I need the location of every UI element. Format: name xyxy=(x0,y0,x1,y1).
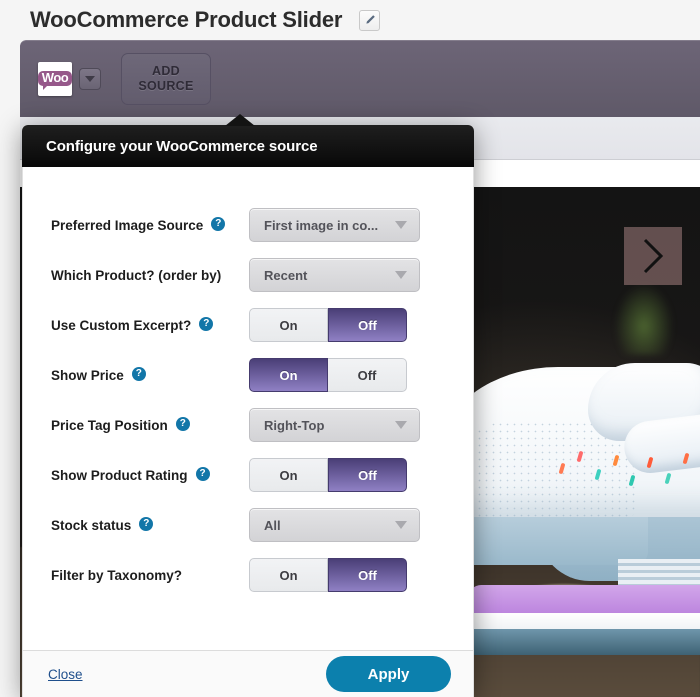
filter-by-taxonomy-toggle: On Off xyxy=(249,558,407,592)
field-row-price-tag-position: Price Tag Position ? Right-Top xyxy=(51,400,447,450)
dialog-title: Configure your WooCommerce source xyxy=(46,137,318,155)
toggle-off-button[interactable]: Off xyxy=(328,458,407,492)
field-label-text: Preferred Image Source xyxy=(51,217,204,233)
field-row-which-product-order-by: Which Product? (order by) Recent xyxy=(51,250,447,300)
field-label: Show Price ? xyxy=(51,366,249,383)
woo-mark-label: Woo xyxy=(37,71,73,90)
toggle-off-button[interactable]: Off xyxy=(328,308,407,342)
close-link[interactable]: Close xyxy=(48,667,83,682)
toggle-on-button[interactable]: On xyxy=(249,308,328,342)
field-label: Price Tag Position ? xyxy=(51,416,249,433)
field-label: Use Custom Excerpt? ? xyxy=(51,316,249,333)
chevron-down-icon xyxy=(395,421,407,429)
add-source-line1: ADD xyxy=(152,63,180,78)
toggle-on-button[interactable]: On xyxy=(249,358,328,392)
field-row-preferred-image-source: Preferred Image Source ? First image in … xyxy=(51,200,447,250)
chevron-down-icon xyxy=(395,521,407,529)
show-price-toggle: On Off xyxy=(249,358,407,392)
dialog-pointer xyxy=(225,114,255,126)
select-value: All xyxy=(264,517,281,533)
field-label-text: Price Tag Position xyxy=(51,417,168,433)
field-row-filter-by-taxonomy: Filter by Taxonomy? On Off xyxy=(51,550,447,600)
slide-grass xyxy=(614,283,674,355)
price-tag-position-select[interactable]: Right-Top xyxy=(249,408,420,442)
field-label-text: Stock status xyxy=(51,517,132,533)
help-icon[interactable]: ? xyxy=(211,216,226,231)
shoe-outsole xyxy=(458,629,700,655)
chevron-down-icon xyxy=(395,271,407,279)
help-icon[interactable]: ? xyxy=(175,416,190,431)
toggle-off-button[interactable]: Off xyxy=(328,358,407,392)
add-source-line2: SOURCE xyxy=(138,78,194,93)
help-icon[interactable]: ? xyxy=(131,366,146,381)
field-row-show-product-rating: Show Product Rating ? On Off xyxy=(51,450,447,500)
chevron-down-icon xyxy=(395,221,407,229)
toggle-on-button[interactable]: On xyxy=(249,558,328,592)
preferred-image-source-select[interactable]: First image in co... xyxy=(249,208,420,242)
use-custom-excerpt-toggle: On Off xyxy=(249,308,407,342)
dialog-footer: Close Apply xyxy=(22,650,474,697)
toggle-off-button[interactable]: Off xyxy=(328,558,407,592)
dialog-body: Preferred Image Source ? First image in … xyxy=(22,167,474,650)
field-label-text: Show Price xyxy=(51,367,124,383)
apply-button[interactable]: Apply xyxy=(326,656,451,692)
screen: WooCommerce Product Slider Woo ADD SOURC… xyxy=(0,0,700,697)
product-photo-sneaker xyxy=(438,363,700,663)
select-value: Right-Top xyxy=(264,417,325,433)
help-icon[interactable]: ? xyxy=(199,316,214,331)
field-row-stock-status: Stock status ? All xyxy=(51,500,447,550)
add-source-button[interactable]: ADD SOURCE xyxy=(121,52,211,105)
select-value: Recent xyxy=(264,267,308,283)
pencil-icon[interactable] xyxy=(359,9,381,31)
field-label: Stock status ? xyxy=(51,516,249,533)
field-label-text: Show Product Rating xyxy=(51,467,188,483)
field-label: Which Product? (order by) xyxy=(51,268,249,283)
chevron-right-icon[interactable] xyxy=(624,227,682,285)
stock-status-select[interactable]: All xyxy=(249,508,420,542)
field-label-text: Filter by Taxonomy? xyxy=(51,567,183,583)
page-header: WooCommerce Product Slider xyxy=(0,0,700,40)
configure-source-dialog: Configure your WooCommerce source Prefer… xyxy=(22,114,474,697)
select-value: First image in co... xyxy=(264,217,379,233)
show-product-rating-toggle: On Off xyxy=(249,458,407,492)
dialog-header: Configure your WooCommerce source xyxy=(22,125,474,167)
help-icon[interactable]: ? xyxy=(195,466,210,481)
field-row-use-custom-excerpt: Use Custom Excerpt? ? On Off xyxy=(51,300,447,350)
page-title: WooCommerce Product Slider xyxy=(30,7,343,32)
shoe-speckles xyxy=(556,447,700,499)
field-label-text: Use Custom Excerpt? xyxy=(51,317,192,333)
builder-toolbar: Woo ADD SOURCE xyxy=(20,40,700,117)
woocommerce-logo-icon[interactable]: Woo xyxy=(37,61,73,96)
field-label: Show Product Rating ? xyxy=(51,466,249,483)
toggle-on-button[interactable]: On xyxy=(249,458,328,492)
caret-triangle xyxy=(85,75,95,82)
help-icon[interactable]: ? xyxy=(139,516,154,531)
which-product-order-by-select[interactable]: Recent xyxy=(249,258,420,292)
chevron-down-icon[interactable] xyxy=(79,67,101,90)
field-label-text: Which Product? (order by) xyxy=(51,267,222,283)
field-row-show-price: Show Price ? On Off xyxy=(51,350,447,400)
field-label: Preferred Image Source ? xyxy=(51,216,249,233)
field-label: Filter by Taxonomy? xyxy=(51,568,249,583)
